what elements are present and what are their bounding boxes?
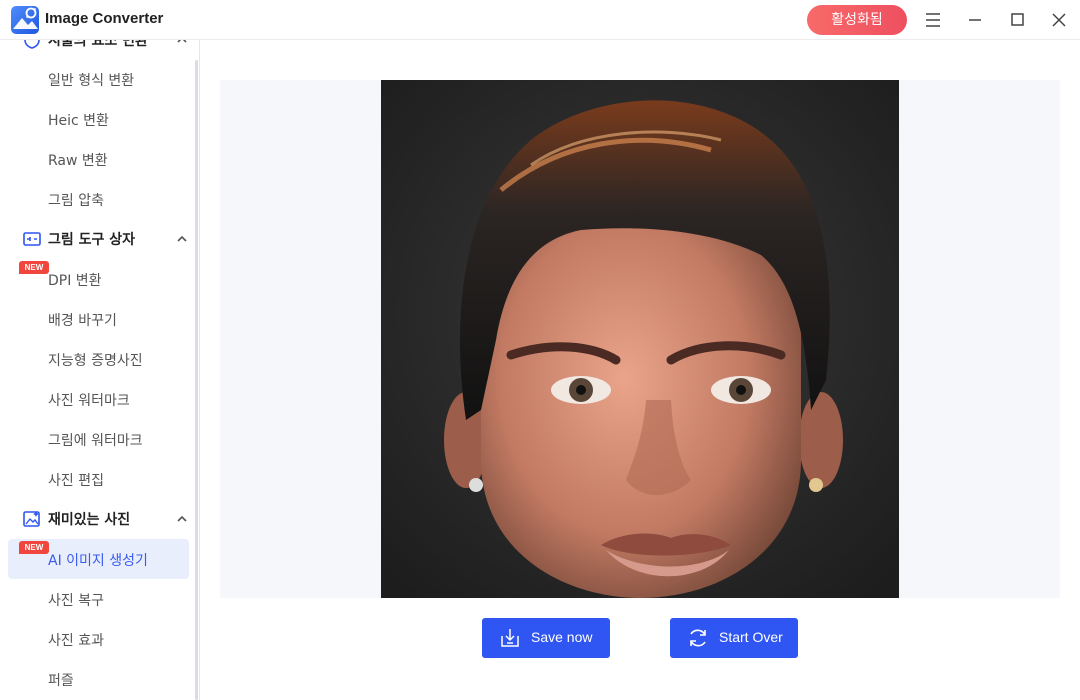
chevron-up-icon[interactable] [174,231,190,247]
sidebar-item-label: Heic 변환 [48,113,109,129]
sidebar-item-photo-watermark[interactable]: 사진 워터마크 [8,379,189,419]
sidebar-item-label: 그림 압축 [48,193,104,209]
sidebar-section-label: 시출의 요소 변환 [48,40,148,49]
portrait-illustration [381,80,899,598]
shield-icon [24,40,40,49]
new-badge: NEW [19,261,49,274]
refresh-icon [690,629,706,647]
sidebar-item-label: 사진 효과 [48,633,104,649]
sidebar-item-label: 지능형 증명사진 [48,353,143,369]
save-now-label: Save now [531,629,593,645]
sidebar-item-label: Raw 변환 [48,153,108,169]
app-title: Image Converter [45,10,164,27]
new-badge: NEW [19,541,49,554]
app-logo-icon [11,6,39,34]
sidebar-section-fun-photos[interactable]: 재미있는 사진 [8,499,198,539]
sidebar-item-photo-restore[interactable]: 사진 복구 [8,579,189,619]
sidebar-item-label: 사진 워터마크 [48,393,130,409]
toolbox-icon [23,232,41,246]
sidebar-item-id-photo[interactable]: 지능형 증명사진 [8,339,189,379]
sidebar-section-label: 그림 도구 상자 [48,232,136,248]
sidebar-item-label: 그림에 워터마크 [48,433,143,449]
sidebar-section-toolbox[interactable]: 그림 도구 상자 [8,219,198,259]
maximize-icon[interactable] [1005,8,1029,32]
sidebar-item-label: 퍼즐 [48,673,74,689]
activate-button[interactable]: 활성화됨 [807,5,907,35]
sidebar-section-conversion[interactable]: 시출의 요소 변환 [8,40,198,60]
sidebar-item-label: AI 이미지 생성기 [48,553,148,569]
generated-image [381,80,899,598]
sidebar-item-puzzle[interactable]: 퍼즐 [8,659,189,699]
sidebar-item-label: DPI 변환 [48,273,102,289]
sidebar-scrollbar[interactable] [195,60,198,700]
sidebar: 시출의 요소 변환 일반 형식 변환 Heic 변환 Raw 변환 그림 압축 … [0,40,200,700]
title-bar: Image Converter 활성화됨 [0,0,1080,40]
start-over-button[interactable]: Start Over [670,618,798,658]
sidebar-item-label: 배경 바꾸기 [48,313,117,329]
sidebar-item-raw-convert[interactable]: Raw 변환 [8,139,189,179]
magic-image-icon [23,511,40,527]
sidebar-section-label: 재미있는 사진 [48,512,131,528]
sidebar-item-background-change[interactable]: 배경 바꾸기 [8,299,189,339]
sidebar-item-label: 사진 복구 [48,593,104,609]
start-over-label: Start Over [719,629,783,645]
sidebar-item-image-watermark[interactable]: 그림에 워터마크 [8,419,189,459]
save-now-button[interactable]: Save now [482,618,610,658]
sidebar-item-compress[interactable]: 그림 압축 [8,179,189,219]
sidebar-item-photo-edit[interactable]: 사진 편집 [8,459,189,499]
download-icon [501,629,519,647]
sidebar-item-label: 일반 형식 변환 [48,73,135,89]
sidebar-item-ai-image-generator[interactable]: NEW AI 이미지 생성기 [8,539,189,579]
sidebar-item-heic-convert[interactable]: Heic 변환 [8,99,189,139]
sidebar-item-label: 사진 편집 [48,473,104,489]
menu-icon[interactable] [921,8,945,32]
sidebar-item-general-convert[interactable]: 일반 형식 변환 [8,59,189,99]
chevron-up-icon[interactable] [174,511,190,527]
sidebar-item-photo-effects[interactable]: 사진 효과 [8,619,189,659]
minimize-icon[interactable] [963,8,987,32]
sidebar-item-dpi-convert[interactable]: NEW DPI 변환 [8,259,189,299]
close-icon[interactable] [1047,8,1071,32]
chevron-up-icon[interactable] [174,40,190,48]
